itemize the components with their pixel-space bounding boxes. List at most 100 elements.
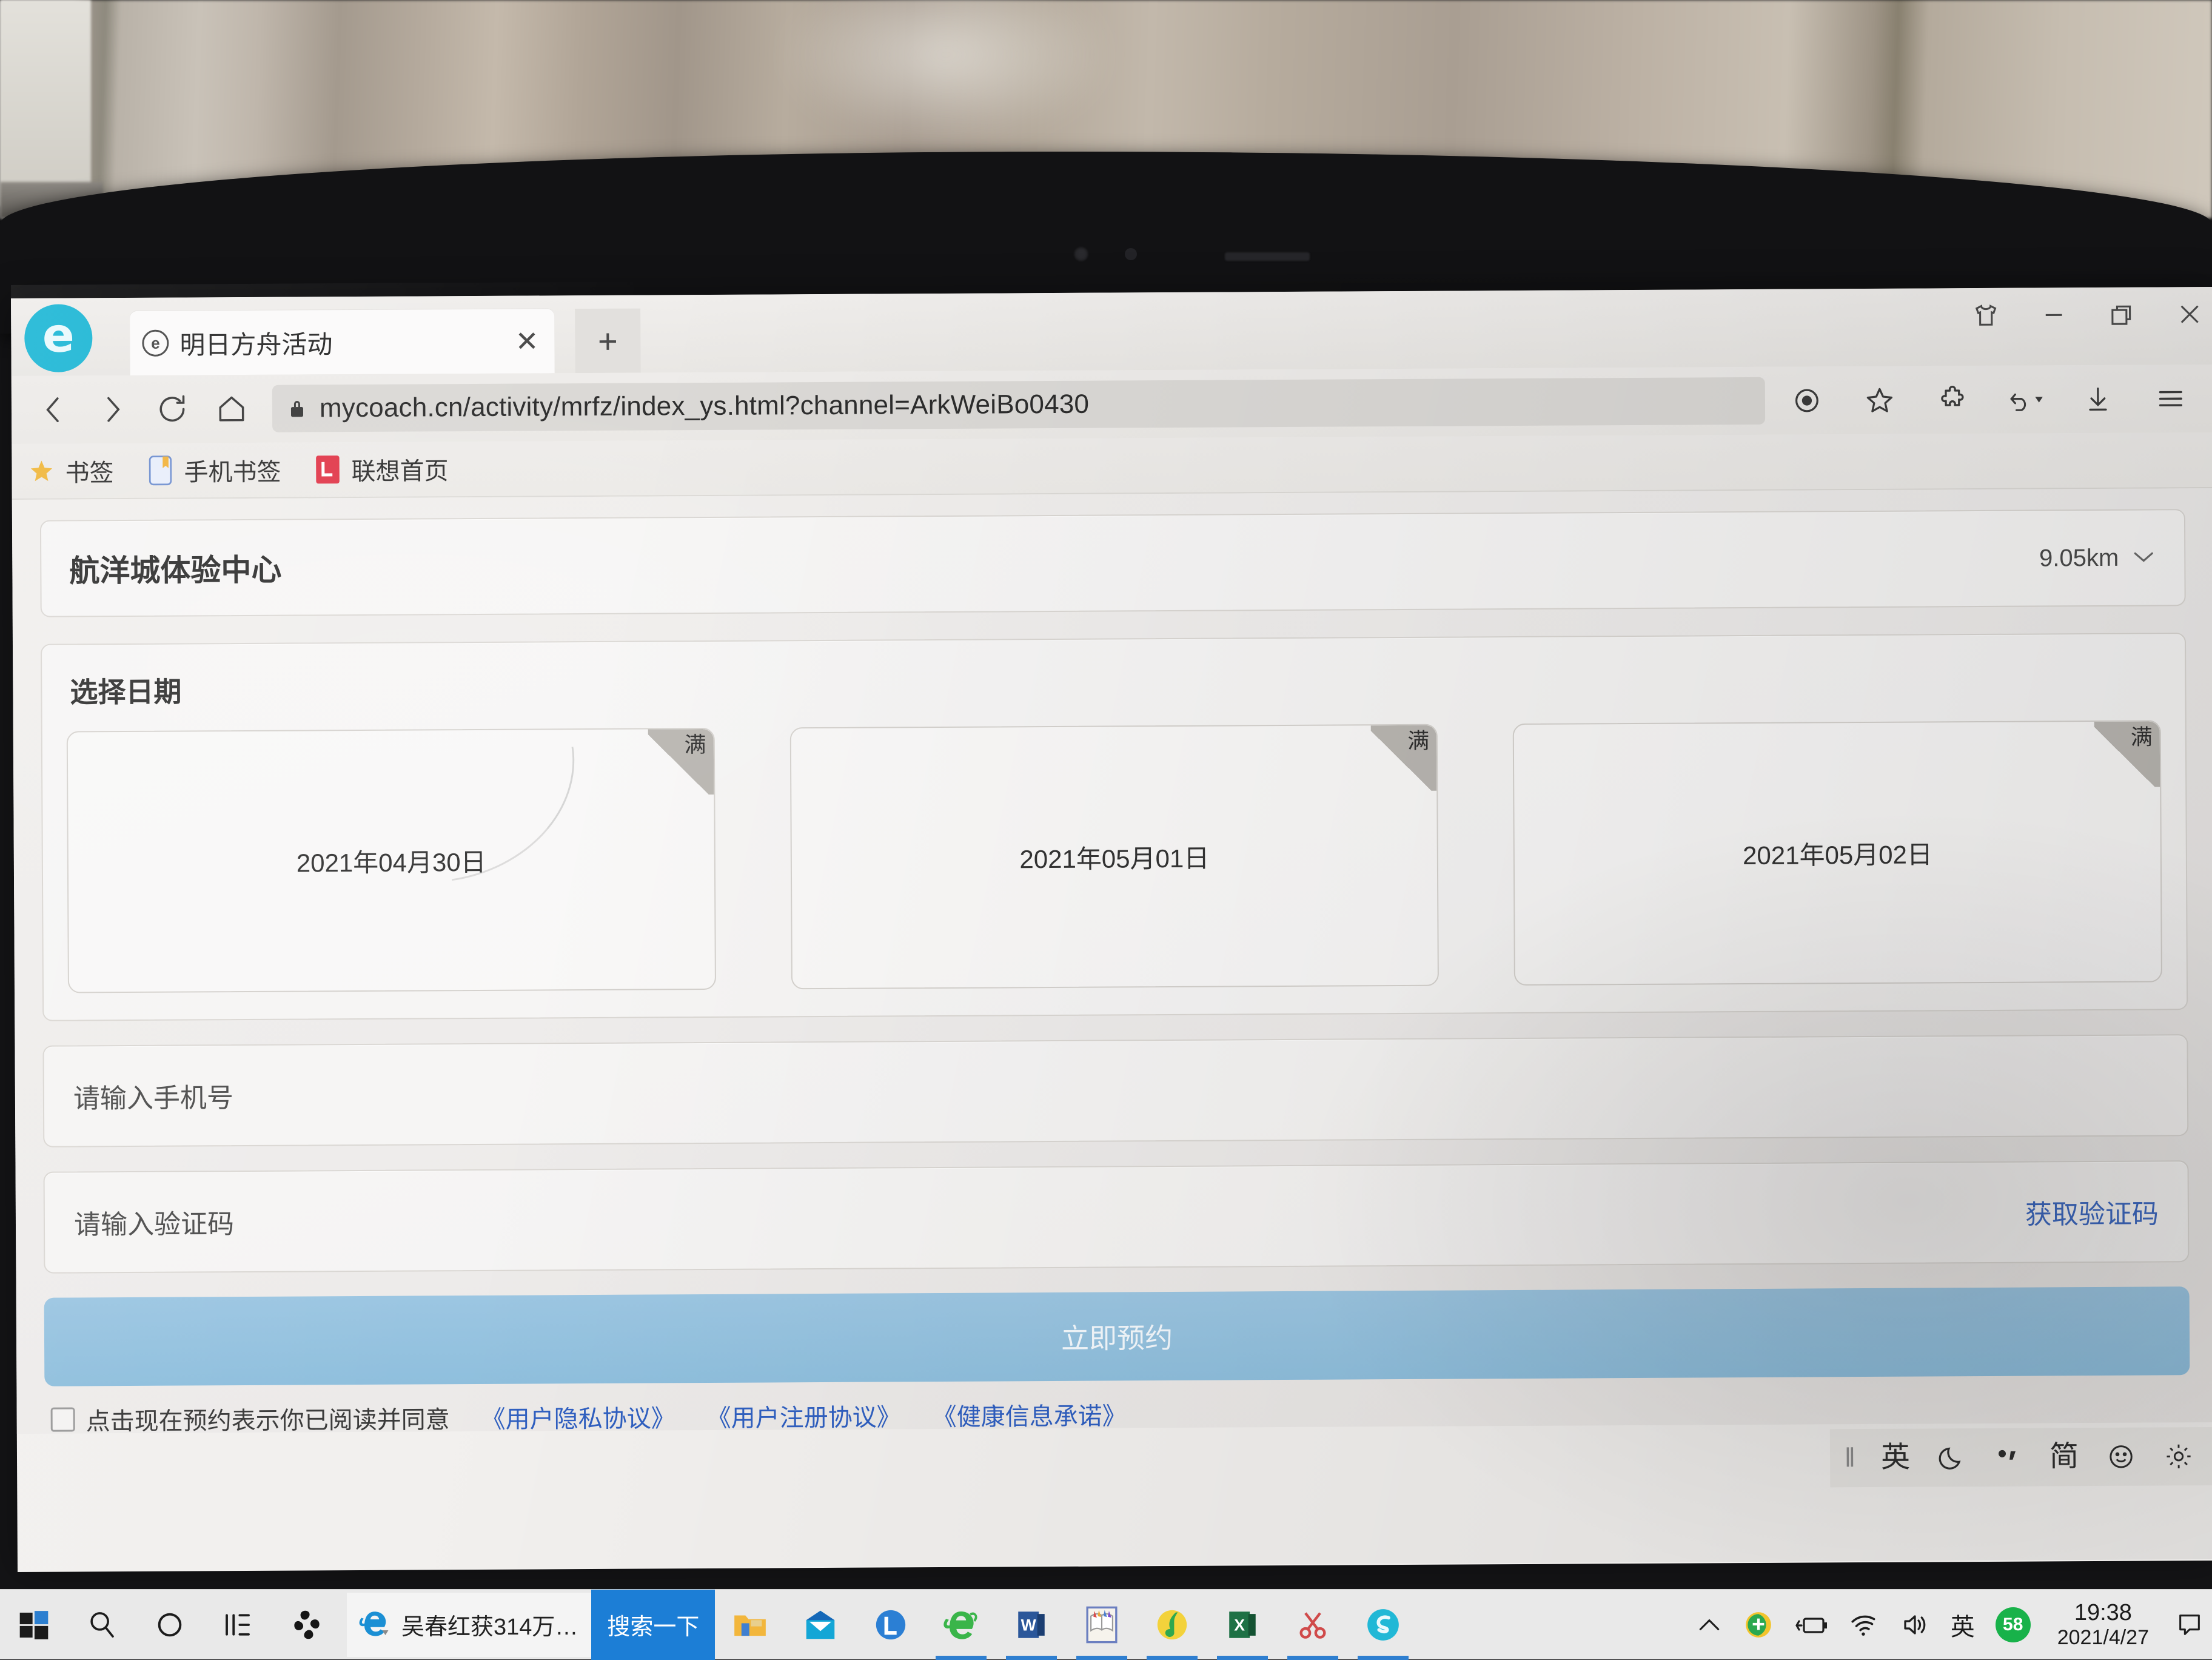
close-window-button[interactable] [2173, 298, 2206, 331]
laptop-screen: e e 明日方舟活动 ✕ + [11, 287, 2212, 1572]
snip-icon[interactable] [1278, 1590, 1348, 1660]
window-controls [1969, 298, 2206, 332]
tray-ime-indicator[interactable]: 英 [1951, 1607, 1975, 1642]
date-card[interactable]: 2021年05月01日 满 [789, 724, 1439, 990]
submit-button[interactable]: 立即预约 [44, 1286, 2190, 1386]
ie-icon [357, 1605, 393, 1644]
drag-handle[interactable]: ‖ [1845, 1445, 1853, 1471]
task-view-icon[interactable] [204, 1590, 272, 1660]
file-explorer-icon[interactable] [715, 1590, 785, 1660]
ime-language-toggle[interactable]: 英 [1881, 1443, 1910, 1473]
notification-icon[interactable] [2176, 1611, 2204, 1639]
svg-text:W: W [1021, 1616, 1037, 1634]
bookmark-label: 联想首页 [351, 451, 448, 487]
search-button[interactable]: 搜索一下 [591, 1590, 715, 1660]
status-badge: 满 [648, 729, 714, 795]
windows-taskbar: 吴春红获314万… 搜索一下 W [0, 1589, 2212, 1659]
target-icon[interactable] [1781, 374, 1833, 426]
date-label: 2021年05月01日 [1019, 838, 1209, 876]
bookmark-label: 书签 [65, 453, 113, 488]
status-badge-text: 满 [684, 734, 706, 756]
laptop-brand-mark [1225, 252, 1310, 261]
news-widget[interactable]: 吴春红获314万… [347, 1593, 591, 1657]
minimize-button[interactable] [2037, 298, 2070, 331]
lenovo-icon[interactable] [856, 1590, 926, 1660]
gear-icon[interactable] [2163, 1441, 2194, 1471]
browser-icon[interactable] [1348, 1590, 1418, 1660]
screen-smudge [435, 747, 589, 881]
browser-logo-glyph: e [42, 312, 75, 359]
phone-field[interactable]: 请输入手机号 [42, 1034, 2188, 1148]
music-icon[interactable] [1137, 1590, 1207, 1660]
wifi-icon[interactable] [1849, 1612, 1879, 1638]
menu-icon[interactable] [2145, 372, 2197, 425]
svg-text:X: X [1235, 1616, 1245, 1634]
battery-icon[interactable] [1794, 1613, 1828, 1637]
internet-explorer-icon[interactable] [926, 1590, 996, 1660]
undo-dropdown-icon[interactable] [1999, 373, 2051, 425]
agreement-text: 点击现在预约表示你已阅读并同意 [86, 1400, 450, 1437]
forward-icon[interactable] [83, 380, 143, 440]
address-bar[interactable]: mycoach.cn/activity/mrfz/index_ys.html?c… [272, 377, 1765, 432]
cortana-icon[interactable] [136, 1590, 204, 1660]
bookmark-item-phone[interactable]: 手机书签 [146, 452, 281, 488]
status-badge[interactable]: 58 [1996, 1607, 2031, 1642]
smiley-icon[interactable] [2106, 1442, 2136, 1471]
close-icon[interactable]: ✕ [515, 327, 539, 355]
chevron-up-icon[interactable] [1696, 1615, 1723, 1635]
security-shield-icon[interactable] [1743, 1610, 1774, 1640]
bookmark-item-shuqian[interactable]: 书签 [27, 453, 113, 489]
health-commitment-link[interactable]: 《健康信息承诺》 [933, 1396, 1127, 1433]
status-badge-text: 满 [1407, 730, 1429, 752]
url-text: mycoach.cn/activity/mrfz/index_ys.html?c… [320, 389, 1089, 424]
status-badge-text: 满 [2131, 727, 2153, 748]
star-icon[interactable] [1854, 374, 1906, 426]
puzzle-icon[interactable] [1926, 374, 1979, 426]
dark-app-icon[interactable] [272, 1590, 342, 1660]
privacy-policy-link[interactable]: 《用户隐私协议》 [481, 1399, 675, 1435]
date-card-grid: 2021年04月30日 满 2021年05月01日 满 2021年05月02日 … [67, 720, 2162, 993]
word-icon[interactable]: W [996, 1590, 1067, 1660]
page-title: 航洋城体验中心 [69, 546, 281, 591]
ime-floating-bar[interactable]: ‖ 英 简 [1830, 1427, 2212, 1487]
mail-icon[interactable] [785, 1590, 856, 1660]
lenovo-icon [313, 454, 341, 485]
clock-time: 19:38 [2074, 1600, 2132, 1625]
punctuation-icon[interactable] [1995, 1443, 2022, 1472]
system-tray: 英 58 19:38 2021/4/27 [1696, 1600, 2212, 1649]
browser-tab[interactable]: e 明日方舟活动 ✕ [130, 309, 555, 375]
browser-tabstrip: e e 明日方舟活动 ✕ + [11, 287, 2212, 376]
excel-icon[interactable]: X [1207, 1590, 1278, 1660]
volume-icon[interactable] [1900, 1611, 1930, 1638]
windows-start-icon[interactable] [0, 1590, 68, 1660]
verification-code-field[interactable]: 请输入验证码 获取验证码 [44, 1160, 2190, 1274]
clock-date: 2021/4/27 [2057, 1626, 2149, 1649]
bookmark-item-lenovo[interactable]: 联想首页 [313, 451, 448, 487]
search-icon[interactable] [68, 1590, 136, 1660]
browser-logo-icon: e [24, 304, 93, 372]
date-card[interactable]: 2021年05月02日 满 [1513, 720, 2162, 986]
store-selector[interactable]: 航洋城体验中心 9.05km [40, 509, 2186, 617]
ime-simplified-toggle[interactable]: 简 [2049, 1442, 2079, 1471]
skin-icon[interactable] [1969, 299, 2002, 332]
back-icon[interactable] [24, 380, 84, 440]
store-distance[interactable]: 9.05km [2039, 544, 2156, 572]
bookmark-label: 手机书签 [184, 452, 281, 488]
home-icon[interactable] [202, 379, 262, 439]
reload-icon[interactable] [142, 379, 203, 439]
restore-button[interactable] [2105, 298, 2138, 331]
room-wall [0, 0, 91, 206]
clock[interactable]: 19:38 2021/4/27 [2051, 1600, 2155, 1649]
webcam-sensor-icon [1125, 248, 1137, 260]
registration-agreement-link[interactable]: 《用户注册协议》 [707, 1397, 901, 1434]
get-code-button[interactable]: 获取验证码 [2025, 1192, 2159, 1231]
new-tab-button[interactable]: + [575, 309, 641, 374]
date-card[interactable]: 2021年04月30日 满 [67, 728, 716, 993]
moon-icon[interactable] [1938, 1443, 1967, 1472]
download-icon[interactable] [2072, 373, 2124, 425]
agreement-checkbox[interactable] [51, 1407, 75, 1431]
browser-navbar: mycoach.cn/activity/mrfz/index_ys.html?c… [12, 365, 2212, 444]
dictionary-icon[interactable] [1067, 1590, 1137, 1660]
page-content: 航洋城体验中心 9.05km 选择日期 2021年04月30日 满 [12, 488, 2212, 1434]
date-section: 选择日期 2021年04月30日 满 2021年05月01日 满 202 [41, 633, 2188, 1021]
